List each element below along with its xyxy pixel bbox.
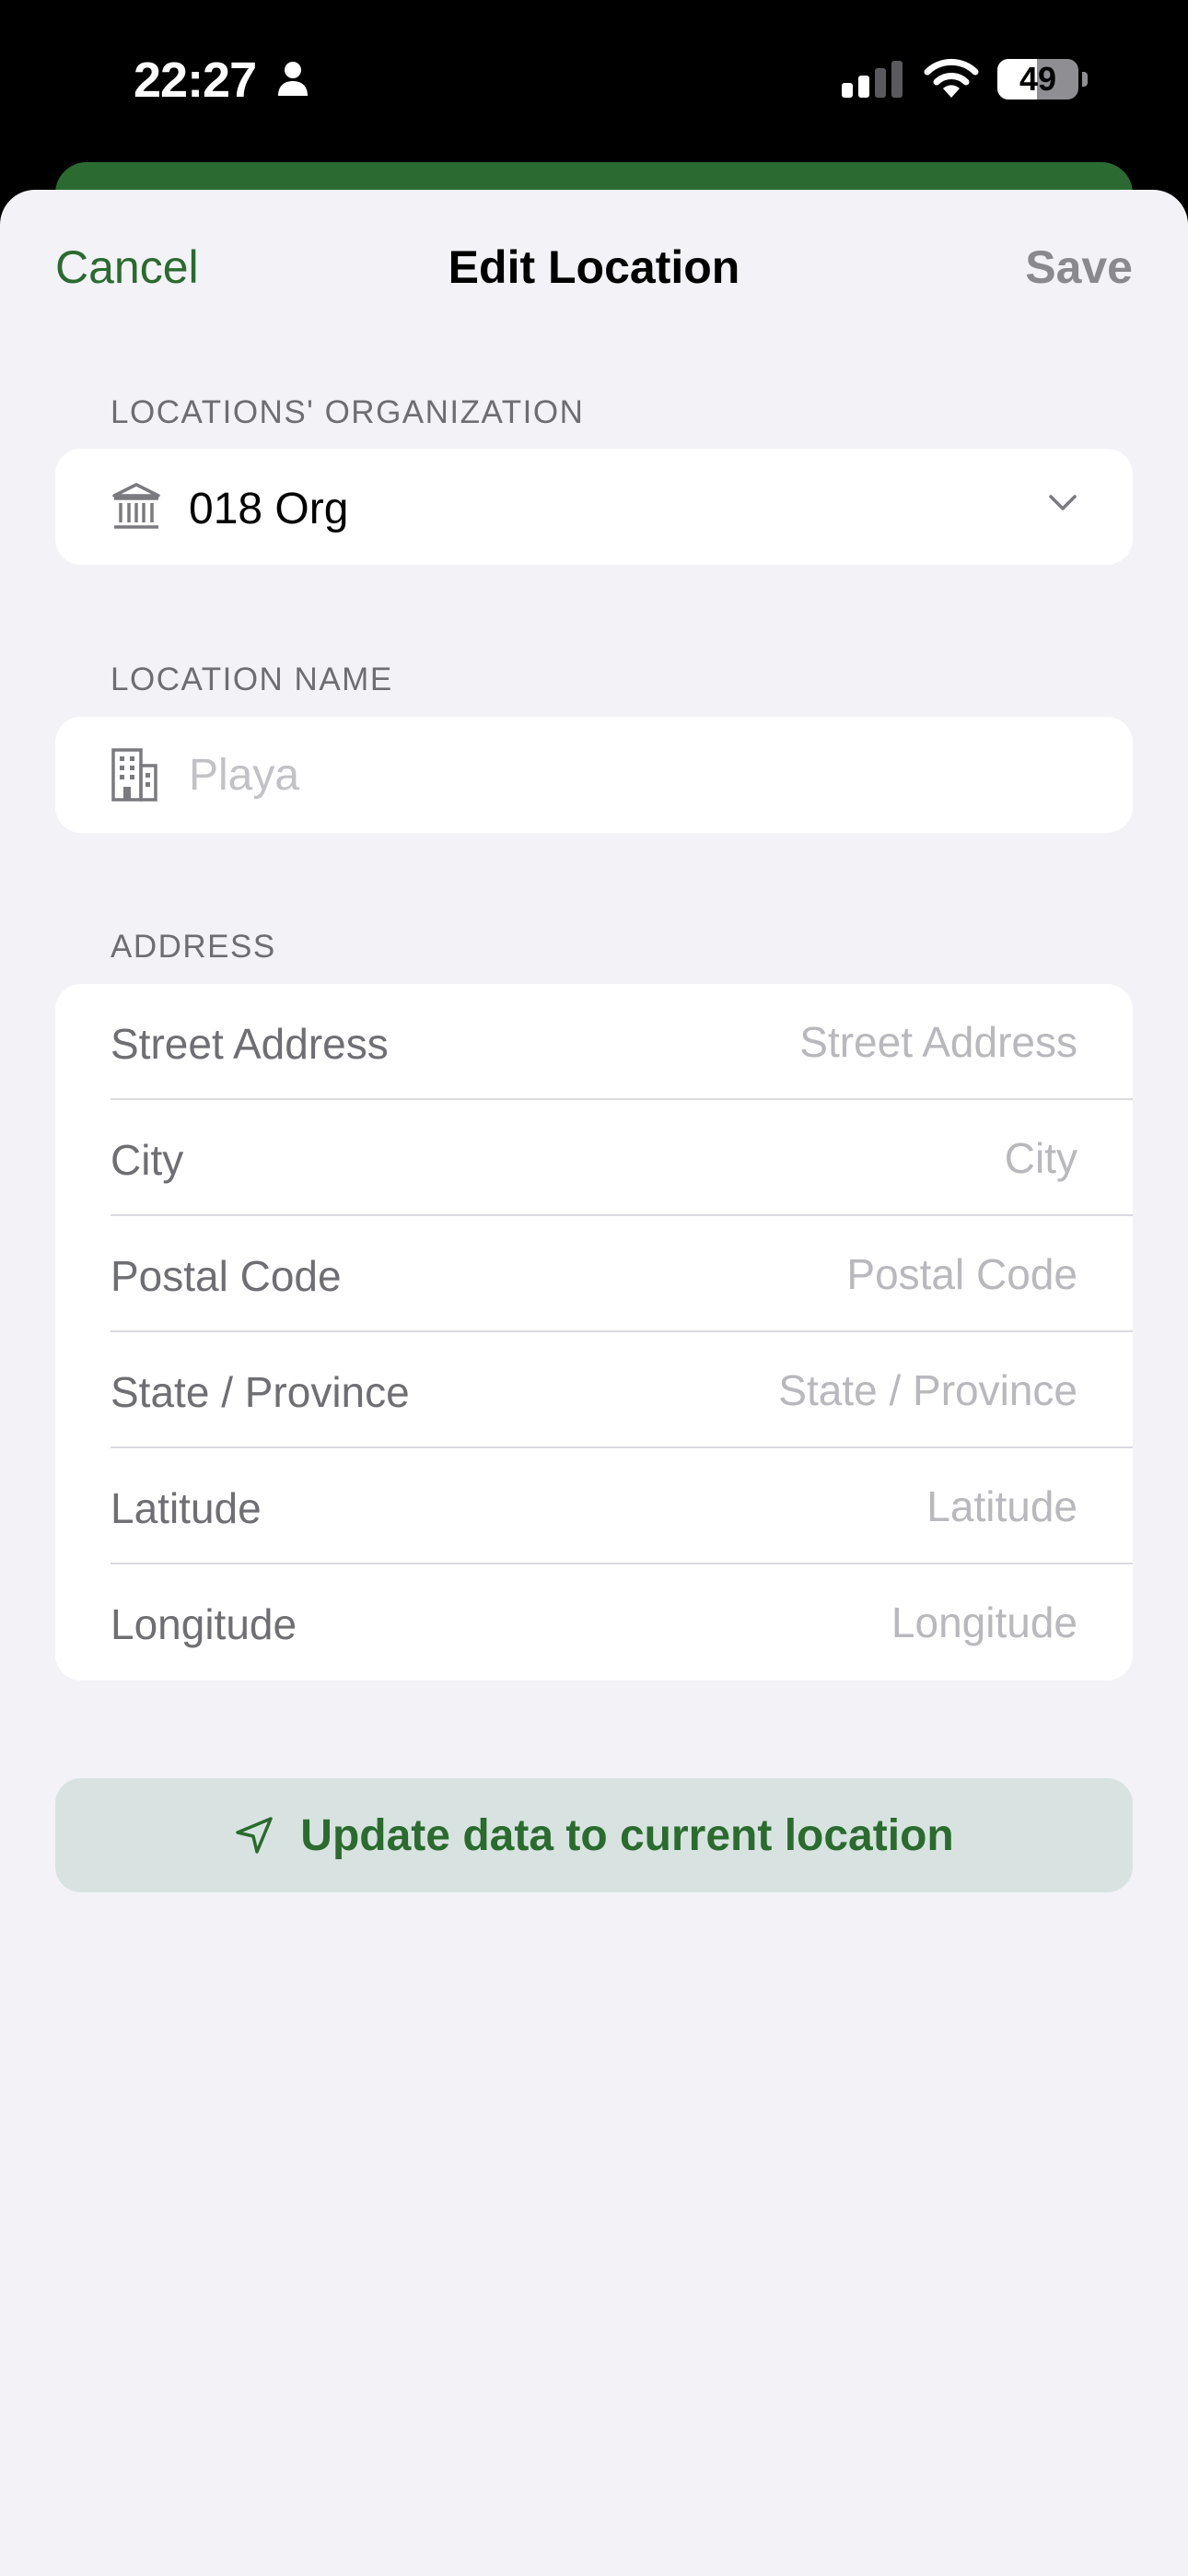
state-province-label: State / Province xyxy=(111,1368,410,1416)
location-name-card xyxy=(55,717,1133,833)
chevron-down-icon xyxy=(1049,495,1077,510)
postal-code-input[interactable] xyxy=(562,1244,1077,1305)
battery-percent: 49 xyxy=(1019,60,1057,98)
street-address-input[interactable] xyxy=(562,1012,1077,1072)
status-bar: 22:27 49 xyxy=(0,0,1188,161)
address-card: Street Address City Postal Code State / … xyxy=(55,984,1133,1680)
address-row-state: State / Province xyxy=(55,1332,1133,1448)
person-icon xyxy=(278,62,308,96)
longitude-label: Longitude xyxy=(111,1600,297,1648)
wifi-icon xyxy=(924,58,979,98)
state-province-input[interactable] xyxy=(562,1360,1077,1421)
address-row-longitude: Longitude xyxy=(55,1564,1133,1680)
save-button[interactable]: Save xyxy=(1025,240,1133,294)
city-label: City xyxy=(111,1136,184,1184)
address-row-city: City xyxy=(55,1100,1133,1216)
address-row-postal-code: Postal Code xyxy=(55,1216,1133,1332)
latitude-label: Latitude xyxy=(111,1484,262,1532)
latitude-input[interactable] xyxy=(562,1476,1077,1537)
organization-section-header: LOCATIONS' ORGANIZATION xyxy=(111,394,585,430)
city-input[interactable] xyxy=(562,1128,1077,1188)
organization-card: 018 Org xyxy=(55,449,1133,565)
address-row-street: Street Address xyxy=(55,984,1133,1100)
address-section-header: ADDRESS xyxy=(111,929,276,965)
longitude-input[interactable] xyxy=(562,1592,1077,1653)
battery-cap xyxy=(1082,72,1088,87)
organization-picker[interactable]: 018 Org xyxy=(55,449,1133,565)
edit-location-sheet: Cancel Edit Location Save LOCATIONS' ORG… xyxy=(0,190,1188,2576)
postal-code-label: Postal Code xyxy=(111,1252,342,1300)
battery-body: 49 xyxy=(997,59,1078,100)
cellular-signal-icon xyxy=(842,61,903,98)
bank-building-icon xyxy=(112,483,160,529)
status-time: 22:27 xyxy=(134,53,257,108)
address-row-latitude: Latitude xyxy=(55,1448,1133,1564)
location-arrow-icon xyxy=(236,1817,274,1854)
page-title: Edit Location xyxy=(448,241,740,293)
organization-value: 018 Org xyxy=(189,485,349,533)
street-address-label: Street Address xyxy=(111,1020,389,1068)
location-name-section-header: LOCATION NAME xyxy=(111,662,393,697)
update-current-location-label: Update data to current location xyxy=(300,1810,954,1860)
building-icon xyxy=(111,748,157,802)
update-current-location-button[interactable]: Update data to current location xyxy=(55,1778,1133,1892)
location-name-input[interactable] xyxy=(189,744,1073,805)
